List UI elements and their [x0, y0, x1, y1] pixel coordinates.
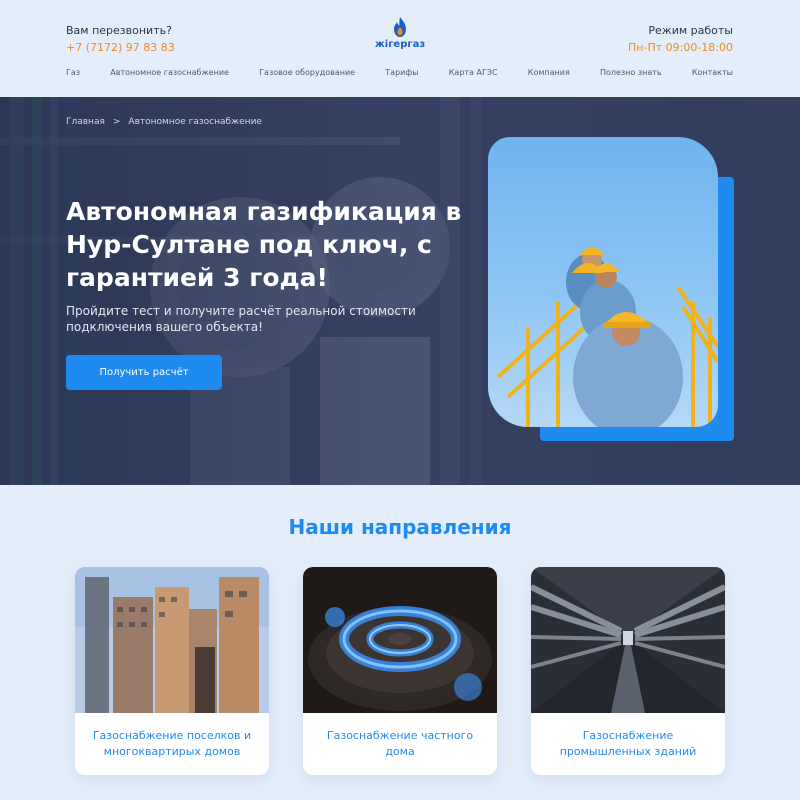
- nav-item-useful[interactable]: Полезно знать: [600, 68, 662, 77]
- direction-card-label: Газоснабжение поселков и многоквартирых …: [92, 729, 252, 758]
- workers-illustration: [496, 247, 718, 427]
- logo-text: жігергаз: [374, 39, 426, 50]
- hours-value: Пн-Пт 09:00-18:00: [628, 41, 733, 54]
- hero-workers-image: [488, 137, 718, 427]
- logo[interactable]: жігергаз: [370, 16, 430, 56]
- callback-label[interactable]: Вам перезвонить?: [66, 24, 175, 38]
- direction-card-label: Газоснабжение частного дома: [326, 729, 474, 758]
- callback-block: Вам перезвонить? +7 (7172) 97 83 83: [66, 24, 175, 55]
- hero-title: Автономная газификация в Нур-Султане под…: [66, 197, 462, 292]
- nav-item-tariffs[interactable]: Тарифы: [385, 68, 418, 77]
- nav-item-map[interactable]: Карта АГЗС: [449, 68, 498, 77]
- get-quote-button[interactable]: Получить расчёт: [66, 355, 222, 390]
- breadcrumb: Главная > Автономное газоснабжение: [66, 117, 262, 127]
- gas-burner-image: [303, 567, 497, 713]
- main-nav: Газ Автономное газоснабжение Газовое обо…: [66, 68, 733, 77]
- flame-logo-icon: [394, 17, 406, 37]
- breadcrumb-current: Автономное газоснабжение: [128, 117, 262, 127]
- breadcrumb-separator: >: [112, 117, 121, 127]
- phone-link[interactable]: +7 (7172) 97 83 83: [66, 41, 175, 55]
- site-header: Вам перезвонить? +7 (7172) 97 83 83 жіге…: [0, 0, 800, 97]
- nav-item-equipment[interactable]: Газовое оборудование: [259, 68, 355, 77]
- direction-card-label: Газоснабжение промышленных зданий: [559, 729, 697, 758]
- working-hours: Режим работы Пн-Пт 09:00-18:00: [628, 24, 733, 55]
- direction-card-private-house[interactable]: Газоснабжение частного дома: [303, 567, 497, 775]
- industrial-pipes-image: [531, 567, 725, 713]
- direction-card-settlements[interactable]: Газоснабжение поселков и многоквартирых …: [75, 567, 269, 775]
- nav-item-contacts[interactable]: Контакты: [692, 68, 733, 77]
- direction-card-industrial[interactable]: Газоснабжение промышленных зданий: [531, 567, 725, 775]
- nav-item-autonomous[interactable]: Автономное газоснабжение: [110, 68, 229, 77]
- hero-subtitle: Пройдите тест и получите расчёт реальной…: [66, 304, 416, 334]
- nav-item-gas[interactable]: Газ: [66, 68, 80, 77]
- hero-section: Главная > Автономное газоснабжение Автон…: [0, 97, 800, 485]
- nav-item-company[interactable]: Компания: [528, 68, 570, 77]
- hours-label: Режим работы: [648, 24, 733, 37]
- apartment-buildings-image: [75, 567, 269, 713]
- breadcrumb-home[interactable]: Главная: [66, 117, 105, 127]
- directions-title: Наши направления: [288, 515, 512, 539]
